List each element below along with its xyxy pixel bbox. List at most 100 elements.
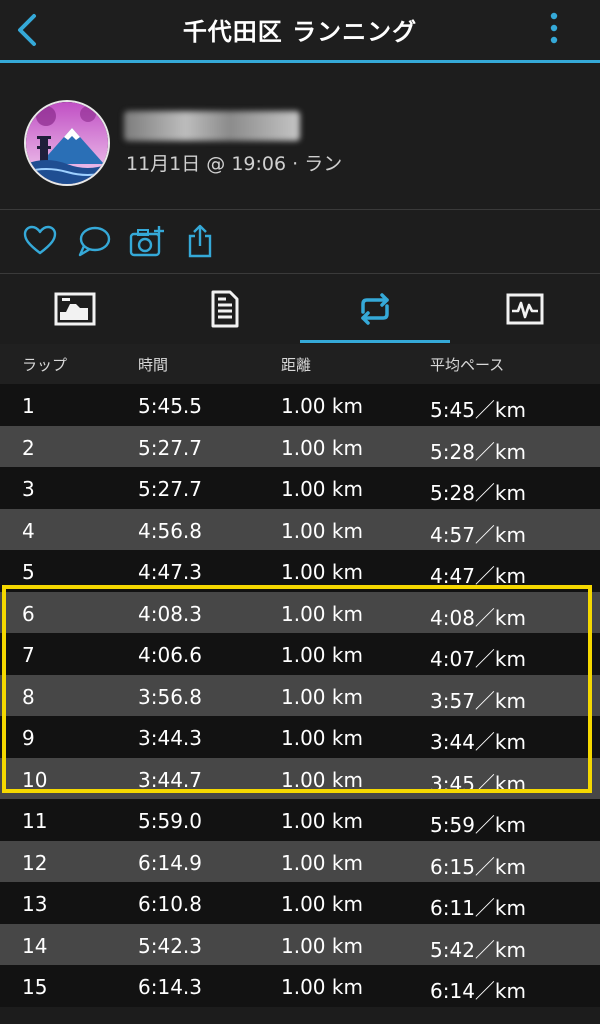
lap-avg-pace: 4:57／km	[430, 522, 526, 547]
lap-avg-pace: 6:15／km	[430, 854, 526, 879]
lap-time: 4:06.6	[138, 643, 202, 667]
column-header-distance: 距離	[281, 356, 312, 374]
more-button[interactable]	[544, 10, 564, 50]
like-button[interactable]	[22, 224, 58, 258]
lap-time: 5:42.3	[138, 933, 202, 958]
lap-time: 4:08.3	[138, 601, 202, 626]
lap-avg-pace: 6:14／km	[430, 979, 526, 1003]
lap-distance: 1.00 km	[281, 933, 363, 958]
lap-avg-pace: 4:47／km	[430, 564, 526, 588]
lap-avg-pace: 5:45／km	[430, 398, 526, 422]
laps-table: 1 5:45.5 1.00 km 5:45／km 2 5:27.7 1.00 km 5:28／…	[0, 384, 600, 1007]
lap-distance: 1.00 km	[281, 975, 363, 999]
lap-distance: 1.00 km	[281, 518, 363, 543]
lap-number: 13	[22, 892, 48, 916]
selected-tab-indicator	[300, 340, 450, 343]
lap-avg-pace: 5:28／km	[430, 481, 526, 505]
lap-time: 3:44.7	[138, 767, 202, 792]
tab-details[interactable]	[150, 274, 300, 344]
table-row[interactable]: 12 6:14.9 1.00 km 6:15／km	[0, 840, 600, 882]
tab-graphs[interactable]	[450, 274, 600, 344]
column-header-avg-pace: 平均ペース	[430, 356, 505, 374]
lap-avg-pace: 3:44／km	[430, 730, 526, 754]
lap-avg-pace: 6:11／km	[430, 896, 526, 920]
comment-icon	[78, 226, 111, 257]
table-row[interactable]: 6 4:08.3 1.00 km 4:08／km	[0, 591, 600, 633]
lap-number: 1	[22, 394, 35, 418]
tab-bar	[0, 274, 600, 344]
table-row[interactable]: 14 5:42.3 1.00 km 5:42／km	[0, 923, 600, 965]
lap-time: 5:45.5	[138, 394, 202, 418]
lap-number: 14	[22, 933, 48, 958]
lap-distance: 1.00 km	[281, 850, 363, 875]
lap-time: 6:14.9	[138, 850, 202, 875]
column-header-time: 時間	[138, 356, 169, 374]
tab-laps[interactable]	[300, 274, 450, 344]
lap-distance: 1.00 km	[281, 726, 363, 750]
comment-button[interactable]	[76, 224, 112, 258]
lap-time: 5:27.7	[138, 435, 202, 460]
table-row[interactable]: 11 5:59.0 1.00 km 5:59／km	[0, 799, 600, 841]
lap-avg-pace: 4:08／km	[430, 605, 526, 630]
table-row[interactable]: 10 3:44.7 1.00 km 3:45／km	[0, 757, 600, 799]
table-row[interactable]: 5 4:47.3 1.00 km 4:47／km	[0, 550, 600, 592]
activity-header: 11月1日 @ 19:06 · ラン	[0, 63, 600, 209]
lap-number: 7	[22, 643, 35, 667]
lap-distance: 1.00 km	[281, 809, 363, 833]
lap-number: 15	[22, 975, 48, 999]
lap-distance: 1.00 km	[281, 560, 363, 584]
table-row[interactable]: 1 5:45.5 1.00 km 5:45／km	[0, 384, 600, 426]
lap-distance: 1.00 km	[281, 601, 363, 626]
lap-avg-pace: 5:28／km	[430, 439, 526, 464]
lap-distance: 1.00 km	[281, 684, 363, 709]
lap-number: 8	[22, 684, 35, 709]
lap-distance: 1.00 km	[281, 435, 363, 460]
lap-time: 5:27.7	[138, 477, 202, 501]
lap-distance: 1.00 km	[281, 643, 363, 667]
laps-table-header: ラップ 時間 距離 平均ペース	[0, 344, 600, 384]
lap-avg-pace: 5:59／km	[430, 813, 526, 837]
share-button[interactable]	[184, 224, 220, 258]
details-list-icon	[211, 290, 239, 328]
lap-number: 10	[22, 767, 48, 792]
lap-number: 4	[22, 518, 35, 543]
add-photo-icon	[129, 226, 164, 257]
table-row[interactable]: 7 4:06.6 1.00 km 4:07／km	[0, 633, 600, 675]
table-row[interactable]: 13 6:10.8 1.00 km 6:11／km	[0, 882, 600, 924]
lap-distance: 1.00 km	[281, 394, 363, 418]
lap-avg-pace: 5:42／km	[430, 937, 526, 962]
table-row[interactable]: 9 3:44.3 1.00 km 3:44／km	[0, 716, 600, 758]
lap-avg-pace: 3:57／km	[430, 688, 526, 713]
lap-number: 5	[22, 560, 35, 584]
lap-number: 9	[22, 726, 35, 750]
lap-number: 12	[22, 850, 48, 875]
lap-time: 6:14.3	[138, 975, 202, 999]
tab-summary[interactable]	[0, 274, 150, 344]
summary-chart-icon	[54, 292, 96, 326]
lap-time: 3:44.3	[138, 726, 202, 750]
lap-distance: 1.00 km	[281, 477, 363, 501]
lap-avg-pace: 3:45／km	[430, 771, 526, 796]
graphs-icon	[506, 293, 544, 325]
share-icon	[188, 224, 212, 258]
top-bar: 千代田区 ランニング	[0, 0, 600, 63]
add-photo-button[interactable]	[129, 224, 165, 258]
lap-number: 2	[22, 435, 35, 460]
laps-icon	[361, 293, 389, 325]
lap-avg-pace: 4:07／km	[430, 647, 526, 671]
lap-number: 3	[22, 477, 35, 501]
column-header-lap: ラップ	[22, 356, 68, 374]
table-row[interactable]: 3 5:27.7 1.00 km 5:28／km	[0, 467, 600, 509]
lap-time: 3:56.8	[138, 684, 202, 709]
lap-time: 4:47.3	[138, 560, 202, 584]
lap-distance: 1.00 km	[281, 892, 363, 916]
table-row[interactable]: 2 5:27.7 1.00 km 5:28／km	[0, 425, 600, 467]
avatar[interactable]	[24, 100, 110, 186]
page-title: 千代田区 ランニング	[182, 18, 418, 46]
lap-number: 11	[22, 809, 48, 833]
table-row[interactable]: 15 6:14.3 1.00 km 6:14／km	[0, 965, 600, 1007]
lap-number: 6	[22, 601, 35, 626]
table-row[interactable]: 8 3:56.8 1.00 km 3:57／km	[0, 674, 600, 716]
lap-time: 6:10.8	[138, 892, 202, 916]
table-row[interactable]: 4 4:56.8 1.00 km 4:57／km	[0, 508, 600, 550]
